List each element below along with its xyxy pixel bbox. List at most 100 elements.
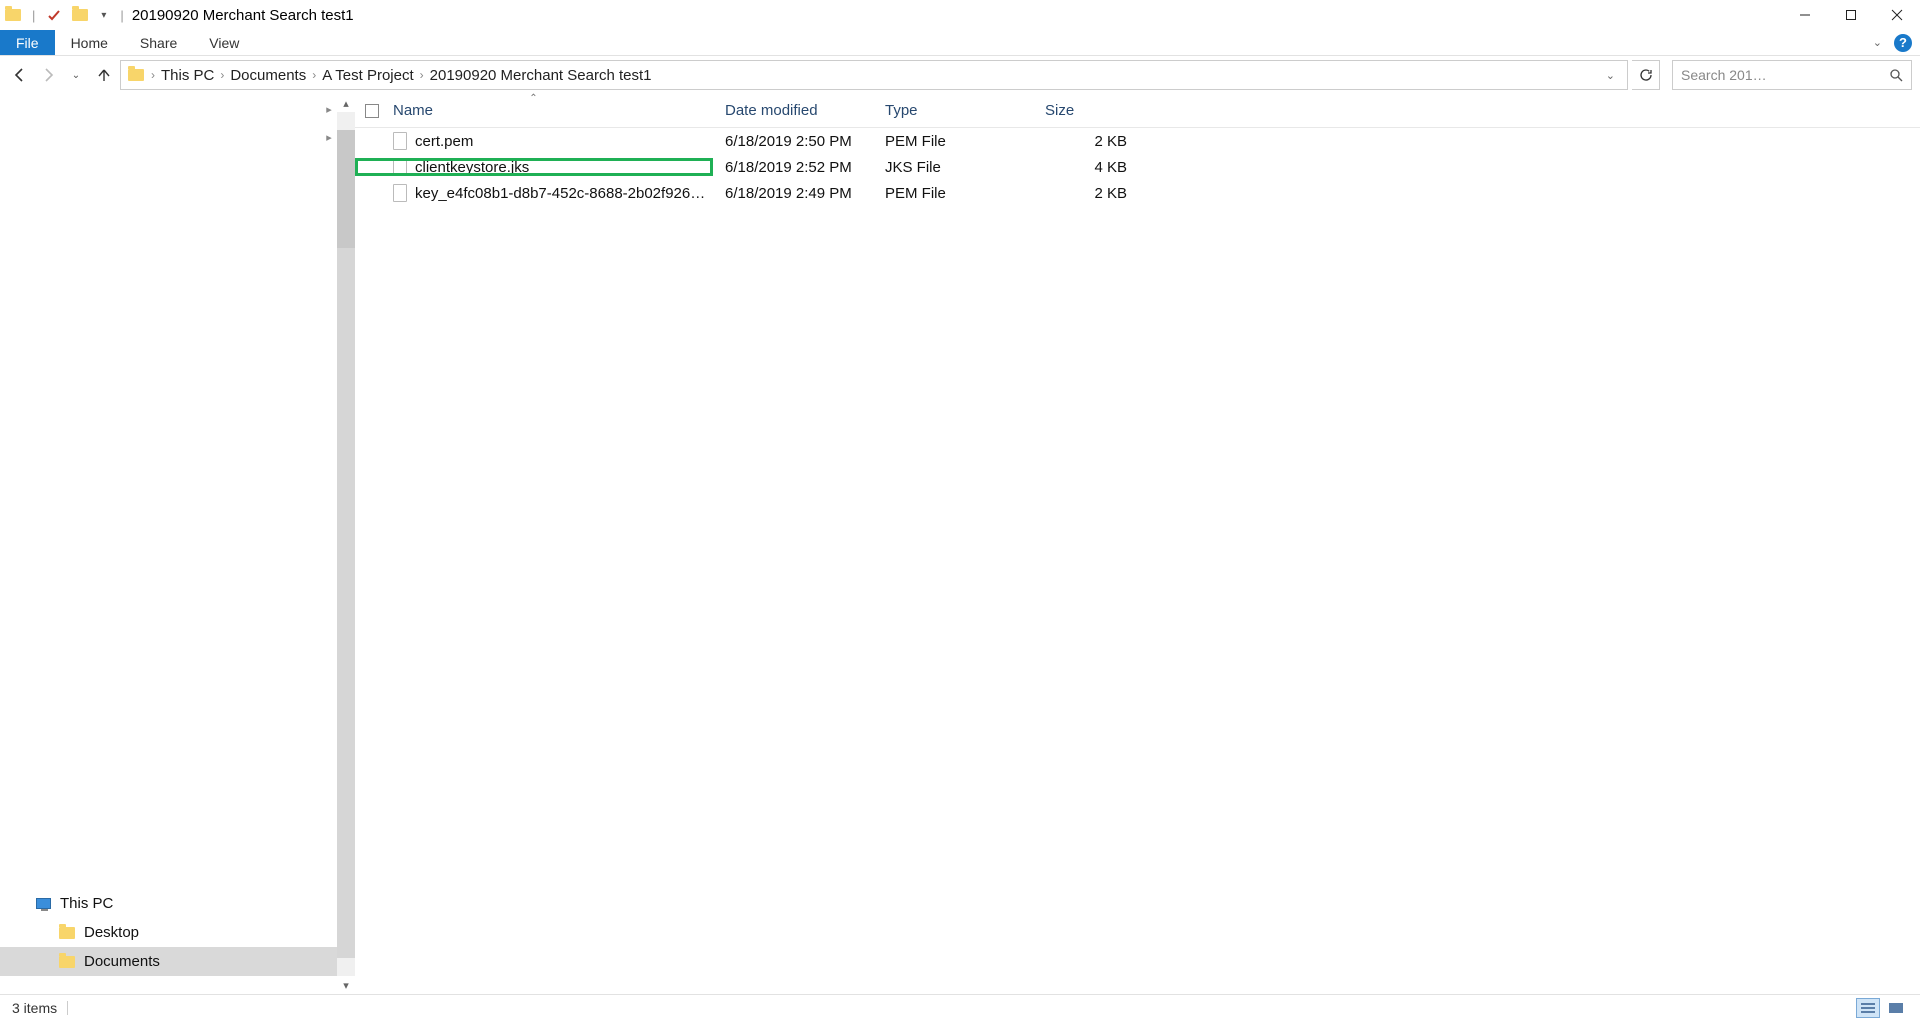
file-icon (393, 132, 407, 150)
chevron-right-icon[interactable]: › (420, 68, 424, 82)
close-button[interactable] (1874, 0, 1920, 30)
minimize-button[interactable] (1782, 0, 1828, 30)
chevron-right-icon[interactable]: › (151, 68, 155, 82)
column-header-size[interactable]: Size (1033, 94, 1139, 127)
column-headers: Name ⌃ Date modified Type Size (355, 94, 1920, 128)
file-row[interactable]: cert.pem 6/18/2019 2:50 PMPEM File2 KB (355, 128, 1920, 154)
tree-label: Desktop (84, 924, 139, 941)
properties-icon[interactable] (45, 4, 63, 26)
file-type: PEM File (873, 185, 1033, 202)
file-name-cell[interactable]: key_e4fc08b1-d8b7-452c-8688-2b02f92603… (355, 184, 713, 202)
address-bar[interactable]: › This PC › Documents › A Test Project ›… (120, 60, 1628, 90)
tree-label: Documents (84, 953, 160, 970)
ribbon: File Home Share View ⌄ ? (0, 30, 1920, 56)
breadcrumb-item[interactable]: 20190920 Merchant Search test1 (430, 67, 652, 84)
recent-locations-button[interactable]: ⌄ (64, 61, 88, 89)
file-size: 4 KB (1033, 159, 1139, 176)
sort-ascending-icon: ⌃ (529, 93, 537, 104)
file-date: 6/18/2019 2:49 PM (713, 185, 873, 202)
up-button[interactable] (92, 61, 116, 89)
tab-share[interactable]: Share (124, 30, 193, 55)
quick-access-toolbar: | ▾ | (0, 4, 126, 26)
chevron-right-icon[interactable]: › (312, 68, 316, 82)
file-type: PEM File (873, 133, 1033, 150)
column-label: Size (1045, 102, 1074, 119)
file-size: 2 KB (1033, 133, 1139, 150)
qat-separator: | (30, 8, 37, 23)
column-header-date[interactable]: Date modified (713, 94, 873, 127)
back-button[interactable] (8, 61, 32, 89)
window-controls (1782, 0, 1920, 30)
chevron-right-icon[interactable]: › (220, 68, 224, 82)
tree-item-desktop[interactable]: Desktop (0, 918, 337, 947)
file-size: 2 KB (1033, 185, 1139, 202)
search-icon (1889, 68, 1903, 82)
file-date: 6/18/2019 2:52 PM (713, 159, 873, 176)
nav-scrollbar[interactable]: ▴ ▾ (337, 94, 355, 994)
breadcrumb-label: This PC (161, 67, 214, 84)
breadcrumb-label: 20190920 Merchant Search test1 (430, 67, 652, 84)
tree-item-cut (0, 976, 337, 994)
file-name: key_e4fc08b1-d8b7-452c-8688-2b02f92603… (415, 185, 713, 202)
column-label: Date modified (725, 102, 818, 119)
status-item-count: 3 items (12, 1000, 57, 1016)
file-rows: cert.pem6/18/2019 2:50 PMPEM File2 KBcli… (355, 128, 1920, 206)
forward-button[interactable] (36, 61, 60, 89)
scroll-up-icon[interactable]: ▴ (337, 94, 355, 112)
breadcrumb-item[interactable]: A Test Project (322, 67, 413, 84)
file-icon (393, 184, 407, 202)
column-header-type[interactable]: Type (873, 94, 1033, 127)
thumbnails-view-button[interactable] (1884, 998, 1908, 1018)
breadcrumb-item[interactable]: Documents (230, 67, 306, 84)
status-separator (67, 1001, 68, 1015)
tab-file[interactable]: File (0, 30, 55, 55)
select-all-checkbox[interactable] (365, 104, 379, 118)
folder-icon (4, 4, 22, 26)
file-row[interactable]: clientkeystore.jks 6/18/2019 2:52 PMJKS F… (355, 154, 1920, 180)
file-name: cert.pem (415, 133, 473, 150)
scroll-down-icon[interactable]: ▾ (337, 976, 355, 994)
column-header-name[interactable]: Name ⌃ (355, 94, 713, 127)
nav-expander-icon[interactable]: ▸ (323, 100, 335, 118)
tree-label: This PC (60, 895, 113, 912)
ribbon-collapse-icon[interactable]: ⌄ (1867, 36, 1888, 49)
file-name-cell[interactable]: clientkeystore.jks (355, 158, 713, 176)
file-date: 6/18/2019 2:50 PM (713, 133, 873, 150)
tree-item-thispc[interactable]: This PC (0, 889, 337, 918)
scroll-thumb[interactable] (337, 248, 355, 958)
content-area: ▸ ▸ ▴ ▾ This PC Desktop Documents (0, 94, 1920, 994)
file-name: clientkeystore.jks (415, 159, 529, 176)
file-list-pane: Name ⌃ Date modified Type Size cert.pem 6… (355, 94, 1920, 994)
scroll-track[interactable] (337, 112, 355, 976)
column-label: Type (885, 102, 918, 119)
file-name-cell[interactable]: cert.pem (355, 132, 713, 150)
folder-icon (58, 924, 76, 942)
tab-home[interactable]: Home (55, 30, 124, 55)
folder-icon (127, 64, 145, 86)
tree-item-documents[interactable]: Documents (0, 947, 337, 976)
new-folder-icon[interactable] (71, 4, 89, 26)
scroll-thumb[interactable] (337, 130, 355, 248)
breadcrumb-item[interactable]: This PC (161, 67, 214, 84)
pc-icon (34, 895, 52, 913)
nav-expander-icon[interactable]: ▸ (323, 128, 335, 146)
window-title: 20190920 Merchant Search test1 (126, 7, 354, 24)
address-dropdown-icon[interactable]: ⌄ (1600, 69, 1621, 82)
column-label: Name (393, 102, 433, 119)
navigation-pane: ▸ ▸ ▴ ▾ This PC Desktop Documents (0, 94, 355, 994)
maximize-button[interactable] (1828, 0, 1874, 30)
search-placeholder: Search 201… (1681, 67, 1889, 83)
file-type: JKS File (873, 159, 1033, 176)
title-bar: | ▾ | 20190920 Merchant Search test1 (0, 0, 1920, 30)
search-input[interactable]: Search 201… (1672, 60, 1912, 90)
refresh-button[interactable] (1632, 60, 1660, 90)
help-icon[interactable]: ? (1894, 34, 1912, 52)
details-view-button[interactable] (1856, 998, 1880, 1018)
file-row[interactable]: key_e4fc08b1-d8b7-452c-8688-2b02f92603…6… (355, 180, 1920, 206)
file-icon (393, 158, 407, 176)
tab-view[interactable]: View (193, 30, 255, 55)
qat-customize-icon[interactable]: ▾ (97, 10, 110, 21)
folder-tree: This PC Desktop Documents (0, 889, 337, 994)
navigation-bar: ⌄ › This PC › Documents › A Test Project… (0, 56, 1920, 94)
breadcrumb-label: Documents (230, 67, 306, 84)
